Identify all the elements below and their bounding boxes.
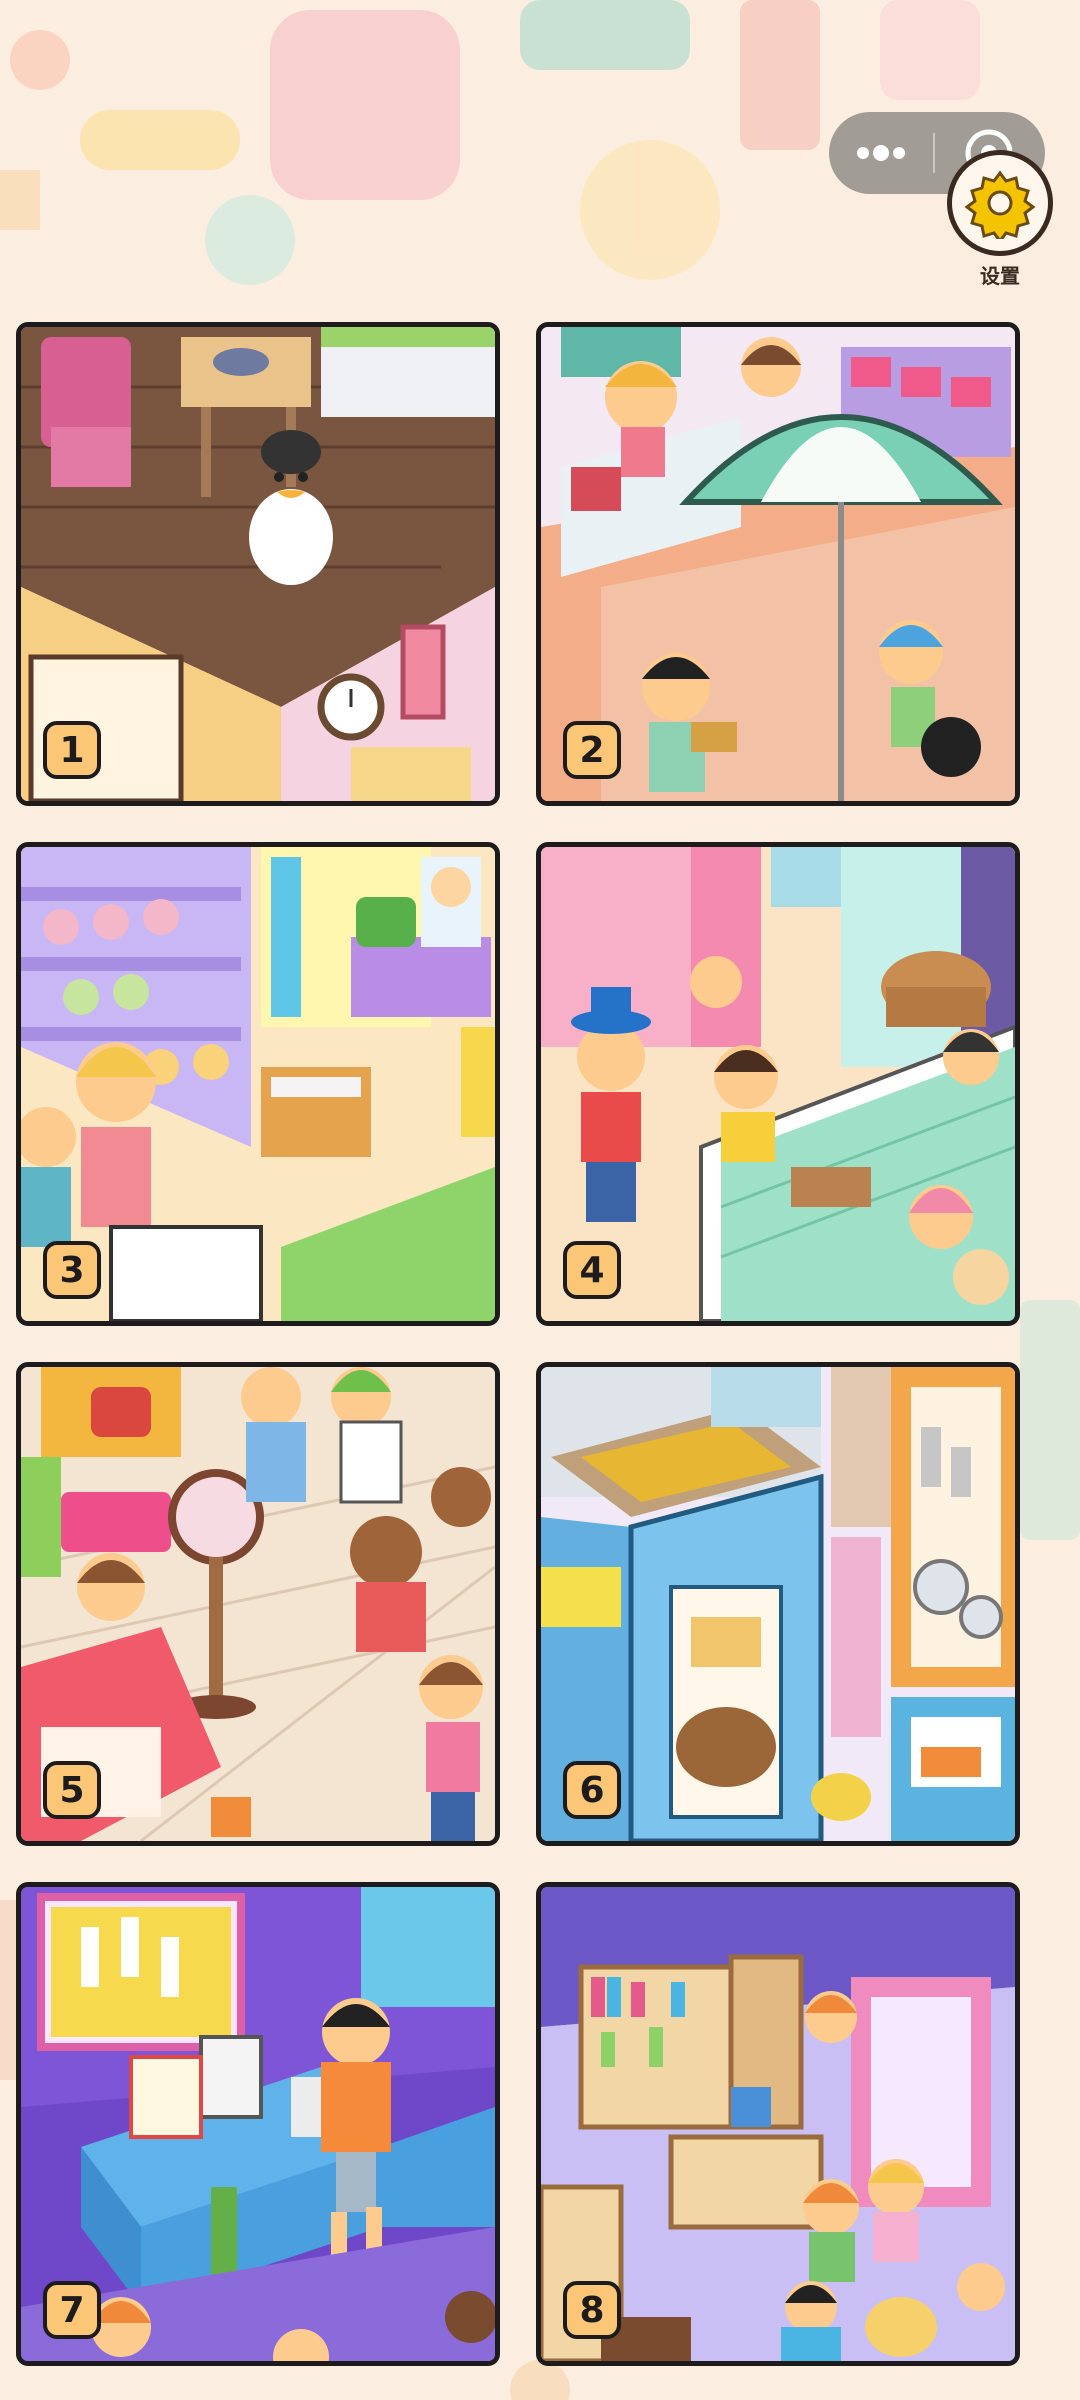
- level-card-6[interactable]: 6: [536, 1362, 1020, 1846]
- more-dots-icon: [857, 145, 905, 161]
- level-number-badge: 3: [43, 1241, 101, 1299]
- level-card-4[interactable]: 4: [536, 842, 1020, 1326]
- level-grid: 1 2 3 4 5 6 7 8: [16, 322, 1026, 2372]
- level-number-badge: 5: [43, 1761, 101, 1819]
- level-number-badge: 1: [43, 721, 101, 779]
- level-number-badge: 4: [563, 1241, 621, 1299]
- settings-button[interactable]: 设置: [944, 150, 1056, 300]
- level-number-badge: 2: [563, 721, 621, 779]
- more-button[interactable]: [829, 112, 933, 194]
- gear-icon: [964, 170, 1036, 239]
- settings-icon-wrap: [947, 150, 1053, 256]
- level-number-badge: 7: [43, 2281, 101, 2339]
- level-card-2[interactable]: 2: [536, 322, 1020, 806]
- level-card-1[interactable]: 1: [16, 322, 500, 806]
- level-card-7[interactable]: 7: [16, 1882, 500, 2366]
- level-number-badge: 6: [563, 1761, 621, 1819]
- settings-label: 设置: [980, 264, 1020, 288]
- level-number-badge: 8: [563, 2281, 621, 2339]
- level-card-3[interactable]: 3: [16, 842, 500, 1326]
- level-card-5[interactable]: 5: [16, 1362, 500, 1846]
- level-card-8[interactable]: 8: [536, 1882, 1020, 2366]
